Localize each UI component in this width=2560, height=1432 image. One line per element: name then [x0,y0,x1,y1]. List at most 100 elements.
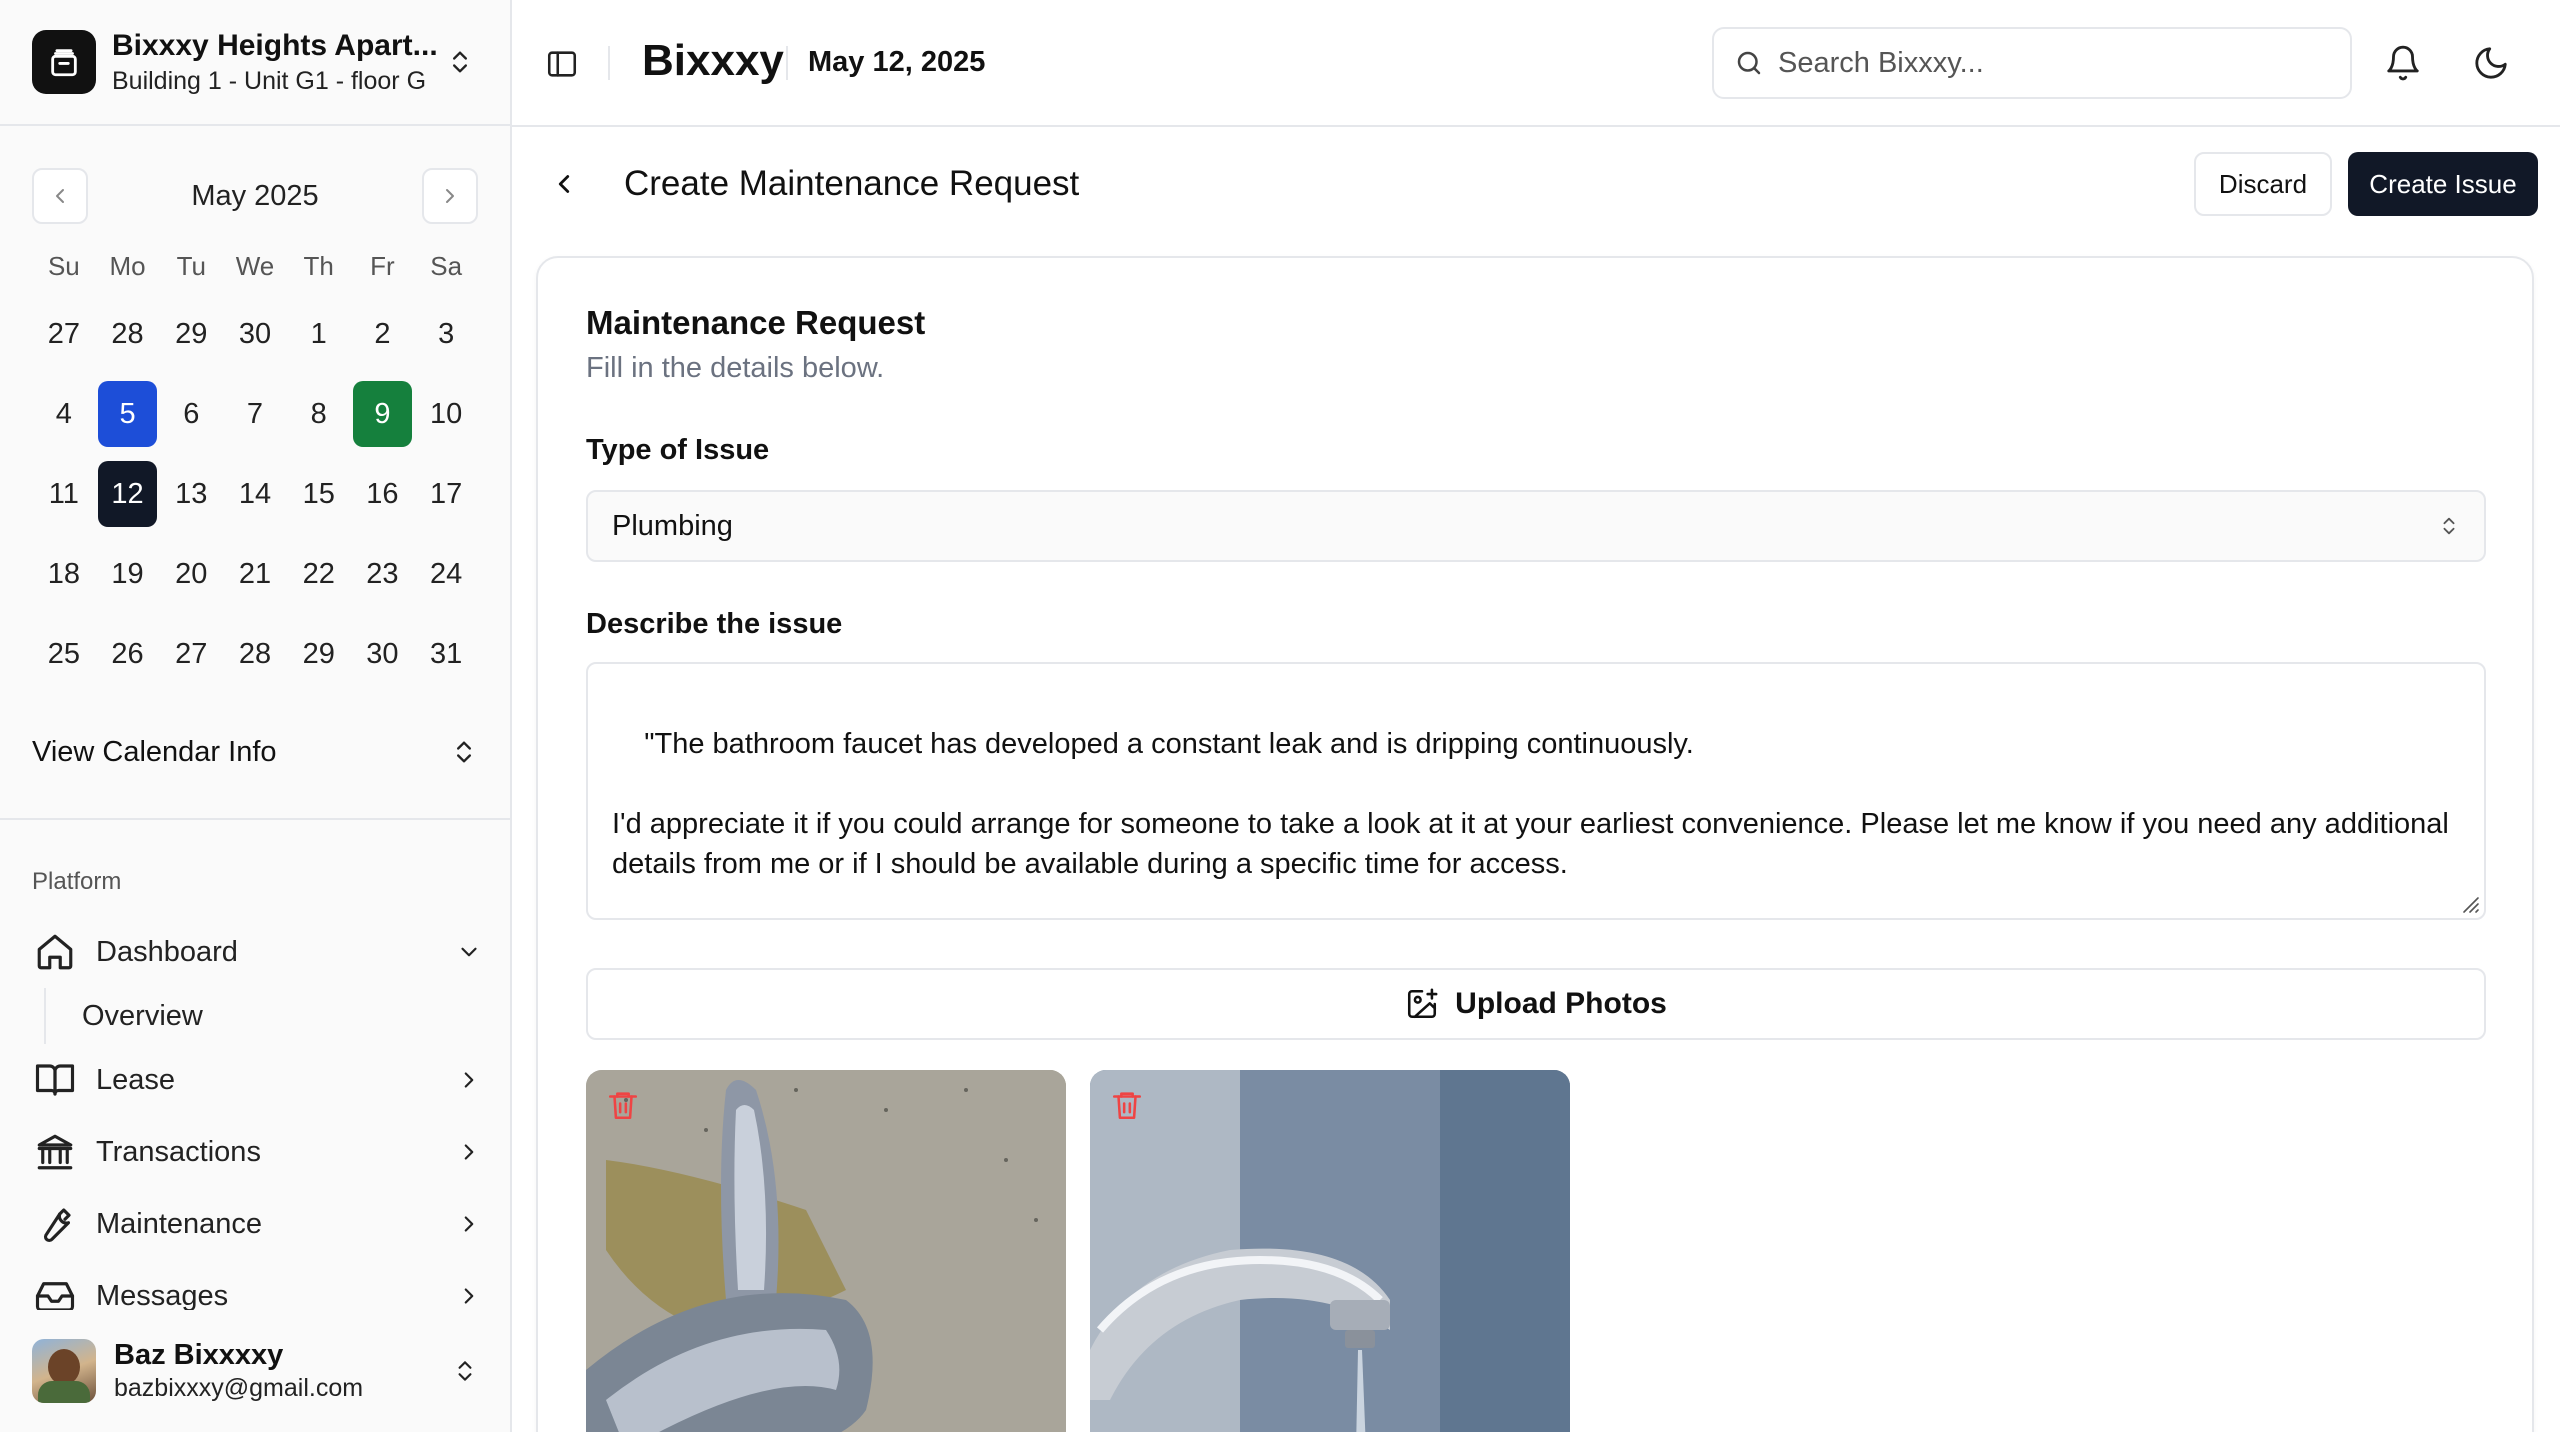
calendar-day[interactable]: 28 [98,301,158,367]
discard-button[interactable]: Discard [2194,152,2332,216]
chevrons-up-down-icon [2443,517,2455,535]
chevrons-up-down-icon [458,1361,472,1381]
calendar-day[interactable]: 8 [289,381,349,447]
divider [608,46,610,80]
book-icon [32,1057,78,1103]
chevrons-up-down-icon [442,44,478,80]
search-icon [1737,51,1761,75]
calendar-day[interactable]: 30 [225,301,285,367]
bell-icon[interactable] [2380,40,2426,86]
card-subtitle: Fill in the details below. [586,352,885,384]
calendar-day-highlighted[interactable]: 9 [352,381,413,447]
chevron-left-icon [56,189,64,203]
faucet-photo-image [586,1070,1066,1432]
calendar-prev-button[interactable] [32,168,88,224]
calendar-day[interactable]: 26 [98,621,158,687]
uploaded-photo [1090,1070,1570,1432]
calendar-day[interactable]: 28 [225,621,285,687]
weekday-label: Su [47,251,80,281]
issue-type-label: Type of Issue [586,434,770,466]
calendar-day[interactable]: 13 [161,461,221,527]
calendar-day[interactable]: 18 [34,541,94,607]
faucet-photo-image [1090,1070,1570,1432]
calendar-day[interactable]: 1 [289,301,349,367]
sidebar-item-label: Maintenance [96,1207,263,1240]
issue-type-select[interactable]: Plumbing [586,490,2486,562]
calendar-day-today[interactable]: 12 [97,461,158,527]
upload-photos-button[interactable]: Upload Photos [586,968,2486,1040]
weekday-label: Fr [370,251,395,281]
property-switcher[interactable]: Bixxxy Heights Apart... Building 1 - Uni… [0,0,510,126]
trash-icon[interactable] [606,1088,640,1122]
resize-handle-icon [2463,897,2479,913]
calendar-day[interactable]: 14 [225,461,285,527]
calendar-day[interactable]: 24 [416,541,476,607]
calendar-day[interactable]: 29 [289,621,349,687]
property-name: Bixxxy Heights Apart... [112,28,438,62]
sidebar-subitem-overview[interactable]: Overview [44,988,482,1044]
sidebar: Bixxxy Heights Apart... Building 1 - Uni… [0,0,512,1432]
view-calendar-info-label: View Calendar Info [32,735,277,768]
mini-calendar: May 2025 Su Mo Tu We Th Fr Sa 27 28 29 3… [32,168,478,694]
sidebar-item-transactions[interactable]: Transactions [32,1116,482,1188]
page-title: Create Maintenance Request [624,164,1080,203]
calendar-day[interactable]: 15 [289,461,349,527]
sidebar-item-dashboard[interactable]: Dashboard [32,916,482,988]
upload-photos-label: Upload Photos [1455,987,1667,1020]
calendar-next-button[interactable] [421,168,478,224]
calendar-day[interactable]: 19 [98,541,158,607]
calendar-day[interactable]: 25 [34,621,94,687]
search-box[interactable] [1712,27,2352,99]
user-menu[interactable]: Baz Bixxxxy bazbixxxy@gmail.com [0,1310,510,1432]
user-email: bazbixxxy@gmail.com [114,1374,364,1402]
calendar-day[interactable]: 6 [161,381,221,447]
calendar-day[interactable]: 23 [353,541,413,607]
sidebar-item-lease[interactable]: Lease [32,1044,482,1116]
bank-icon [32,1129,78,1175]
sidebar-nav: Dashboard Overview Lease Transactions Ma… [32,916,482,1332]
image-plus-icon [1405,987,1439,1021]
calendar-month: May 2025 [191,179,319,212]
weekday-label: Tu [176,251,206,281]
user-name: Baz Bixxxxy [114,1339,284,1371]
calendar-grid: Su Mo Tu We Th Fr Sa 27 28 29 30 1 2 3 4… [32,238,478,694]
maintenance-request-card: Maintenance Request Fill in the details … [536,256,2534,1432]
divider [786,46,788,80]
calendar-day[interactable]: 7 [225,381,285,447]
calendar-day[interactable]: 21 [225,541,285,607]
weekday-label: Sa [430,251,463,281]
sidebar-item-label: Messages [96,1279,229,1312]
calendar-day[interactable]: 29 [161,301,221,367]
calendar-day[interactable]: 27 [161,621,221,687]
weekday-label: Mo [109,251,146,281]
moon-icon[interactable] [2468,40,2514,86]
calendar-day-highlighted[interactable]: 5 [97,381,158,447]
uploaded-photo [586,1070,1066,1432]
search-input[interactable] [1778,46,2318,80]
calendar-day[interactable]: 31 [416,621,476,687]
sidebar-item-maintenance[interactable]: Maintenance [32,1188,482,1260]
description-textarea[interactable]: "The bathroom faucet has developed a con… [586,662,2486,920]
sidebar-toggle-icon[interactable] [542,44,582,84]
chevrons-up-down-icon [457,741,471,763]
calendar-day[interactable]: 22 [289,541,349,607]
sidebar-item-label: Lease [96,1063,176,1096]
top-bar: Bixxxy May 12, 2025 [512,0,2560,127]
page-header: Create Maintenance Request Discard Creat… [512,128,2560,240]
calendar-day[interactable]: 30 [353,621,413,687]
calendar-day[interactable]: 11 [34,461,94,527]
back-button[interactable] [544,164,584,204]
create-issue-button[interactable]: Create Issue [2348,152,2538,216]
calendar-day[interactable]: 10 [416,381,476,447]
trash-icon[interactable] [1110,1088,1144,1122]
house-icon [32,929,78,975]
calendar-day[interactable]: 4 [34,381,94,447]
calendar-day[interactable]: 2 [353,301,413,367]
view-calendar-info-toggle[interactable]: View Calendar Info [32,724,478,780]
calendar-day[interactable]: 16 [353,461,413,527]
calendar-day[interactable]: 3 [416,301,476,367]
calendar-day[interactable]: 27 [34,301,94,367]
sidebar-item-label: Dashboard [96,935,238,968]
calendar-day[interactable]: 17 [416,461,476,527]
calendar-day[interactable]: 20 [161,541,221,607]
